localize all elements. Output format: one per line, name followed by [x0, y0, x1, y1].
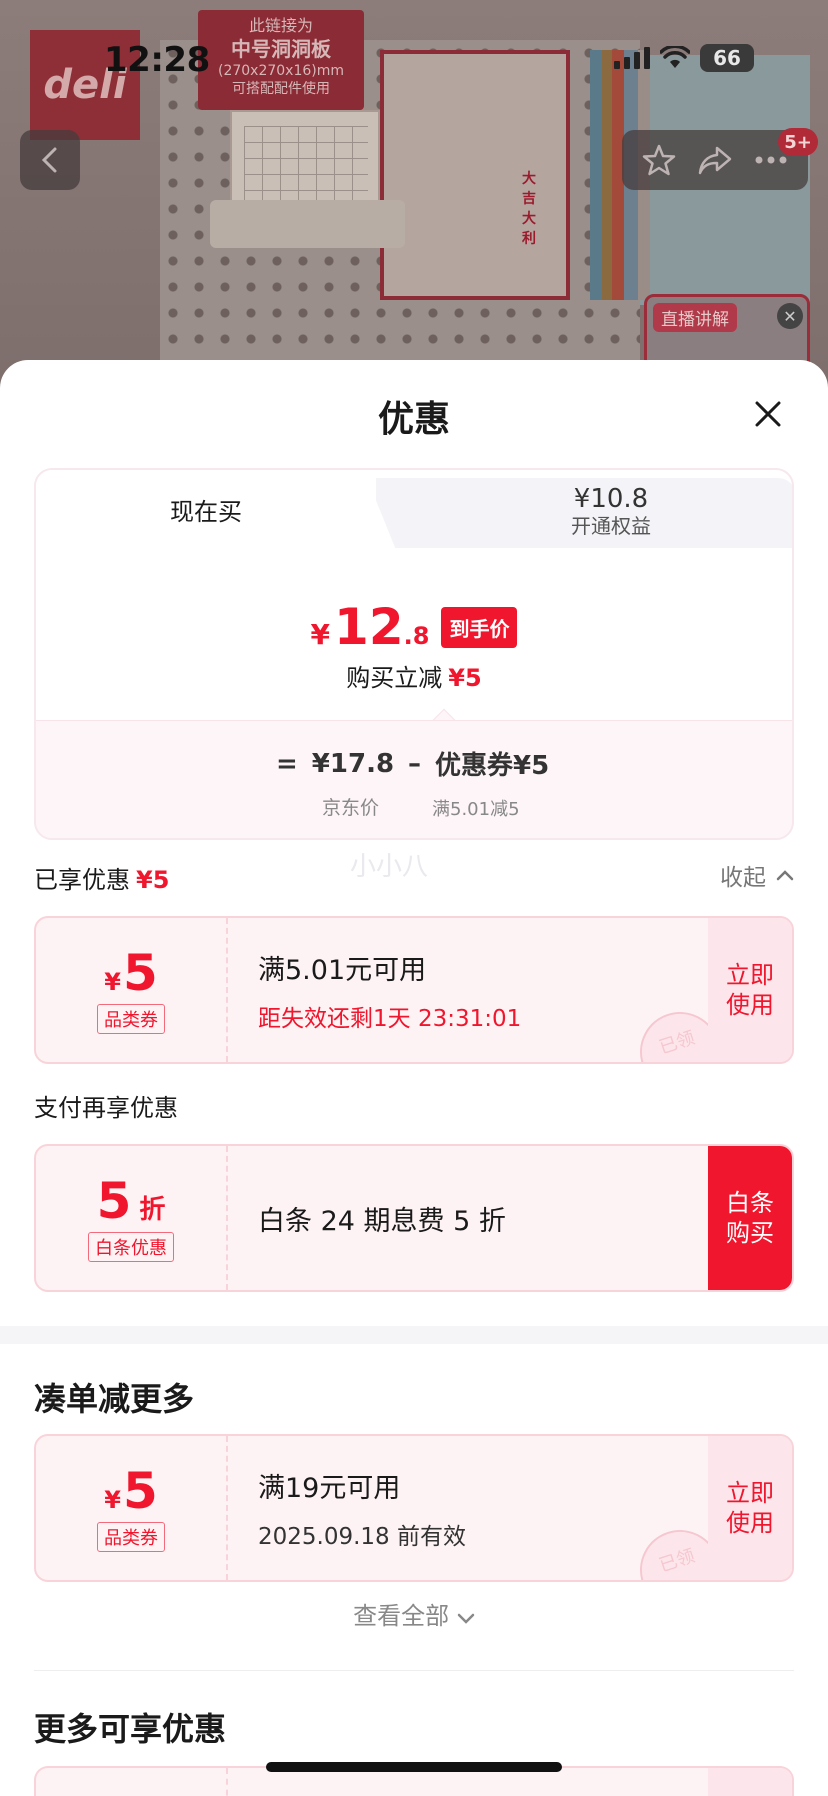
- status-icons: 66: [614, 44, 754, 72]
- chevron-left-icon: [41, 147, 57, 173]
- price-card: ¥10.8 开通权益 现在买 ¥ 12 .8 到手价 购买立减 ¥5 = ¥17.…: [34, 468, 794, 840]
- watermark: 小小八: [350, 852, 429, 882]
- final-price-tag: 到手价: [441, 606, 518, 648]
- instant-reduction: 购买立减 ¥5: [346, 664, 482, 692]
- divider: [34, 1670, 794, 1671]
- section-divider: [0, 1326, 828, 1344]
- coupon-info: 满19元可用 2025.09.18 前有效: [258, 1472, 466, 1550]
- battery-icon: 66: [700, 44, 754, 72]
- live-tag: 直播讲解: [653, 303, 737, 332]
- price-breakdown: = ¥17.8 – 优惠券¥5 京东价 满5.01减5: [36, 720, 792, 838]
- notification-badge: 5+: [778, 128, 818, 156]
- coupon-rule-label: 满5.01减5: [432, 799, 520, 820]
- back-button[interactable]: [20, 130, 80, 190]
- tab-buy-now[interactable]: 现在买: [36, 470, 376, 548]
- coupon-card: ¥5 品类券 满19元可用 2025.09.18 前有效 已领 立即 使用: [34, 1434, 794, 1582]
- coupon-countdown: 距失效还剩1天 23:31:01: [258, 1005, 522, 1032]
- coupon-card: ¥5 品类券 满5.01元可用 距失效还剩1天 23:31:01 已领 立即 使用: [34, 916, 794, 1064]
- final-price-row: ¥ 12 .8 到手价: [36, 598, 792, 656]
- coupon-value: [36, 1768, 228, 1796]
- more-benefits-title: 更多可享优惠: [34, 1710, 227, 1748]
- chevron-up-icon: [776, 870, 794, 881]
- coupon-info: 白条 24 期息费 5 折: [258, 1205, 506, 1237]
- product-spec-tag: 此链接为 中号洞洞板 (270x270x16)mm 可搭配配件使用: [198, 10, 364, 110]
- pay-section-title: 支付再享优惠: [34, 1094, 178, 1122]
- final-price: ¥ 12 .8: [310, 598, 430, 656]
- coupon-type-badge: 白条优惠: [88, 1232, 174, 1262]
- wifi-icon: [660, 46, 690, 68]
- chevron-down-icon: [457, 1613, 475, 1624]
- star-icon[interactable]: [642, 143, 676, 177]
- more-icon[interactable]: [754, 155, 788, 165]
- poster-text: 大吉大利: [522, 171, 536, 247]
- breakdown-formula: = ¥17.8 – 优惠券¥5: [276, 748, 550, 782]
- coupon-expiry: 2025.09.18 前有效: [258, 1523, 466, 1550]
- base-price-label: 京东价: [322, 797, 380, 819]
- close-icon[interactable]: ✕: [777, 303, 803, 329]
- collapse-button[interactable]: 收起: [720, 858, 794, 892]
- baitiao-buy-button[interactable]: 白条 购买: [708, 1146, 792, 1290]
- use-now-button[interactable]: 立即 使用: [708, 1436, 792, 1580]
- tab-member[interactable]: ¥10.8 开通权益: [346, 478, 792, 548]
- discount-sheet: 优惠 ¥10.8 开通权益 现在买 ¥ 12 .8 到手价 购买立减 ¥5 = ¥…: [0, 360, 828, 1796]
- coupon-value: ¥5 品类券: [36, 918, 228, 1062]
- shelf-graphic: [210, 200, 405, 248]
- home-indicator: [266, 1762, 562, 1772]
- coupon-action[interactable]: [708, 1768, 792, 1796]
- enjoyed-discount-label: 已享优惠 ¥5: [34, 866, 170, 894]
- poster-graphic: 大吉大利: [380, 50, 570, 300]
- status-time: 12:28: [104, 40, 210, 80]
- close-icon[interactable]: [750, 396, 786, 432]
- coupon-type-badge: 品类券: [97, 1522, 165, 1552]
- share-icon[interactable]: [697, 144, 733, 176]
- view-all-button[interactable]: 查看全部: [0, 1596, 828, 1631]
- more-discount-title: 凑单减更多: [34, 1380, 195, 1418]
- signal-icon: [614, 47, 650, 69]
- sheet-title: 优惠: [377, 399, 450, 440]
- coupon-info: 满5.01元可用 距失效还剩1天 23:31:01: [258, 954, 522, 1032]
- baitiao-coupon-card: 5折 白条优惠 白条 24 期息费 5 折 白条 购买: [34, 1144, 794, 1292]
- use-now-button[interactable]: 立即 使用: [708, 918, 792, 1062]
- coupon-type-badge: 品类券: [97, 1004, 165, 1034]
- coupon-value: ¥5 品类券: [36, 1436, 228, 1580]
- coupon-value: 5折 白条优惠: [36, 1146, 228, 1290]
